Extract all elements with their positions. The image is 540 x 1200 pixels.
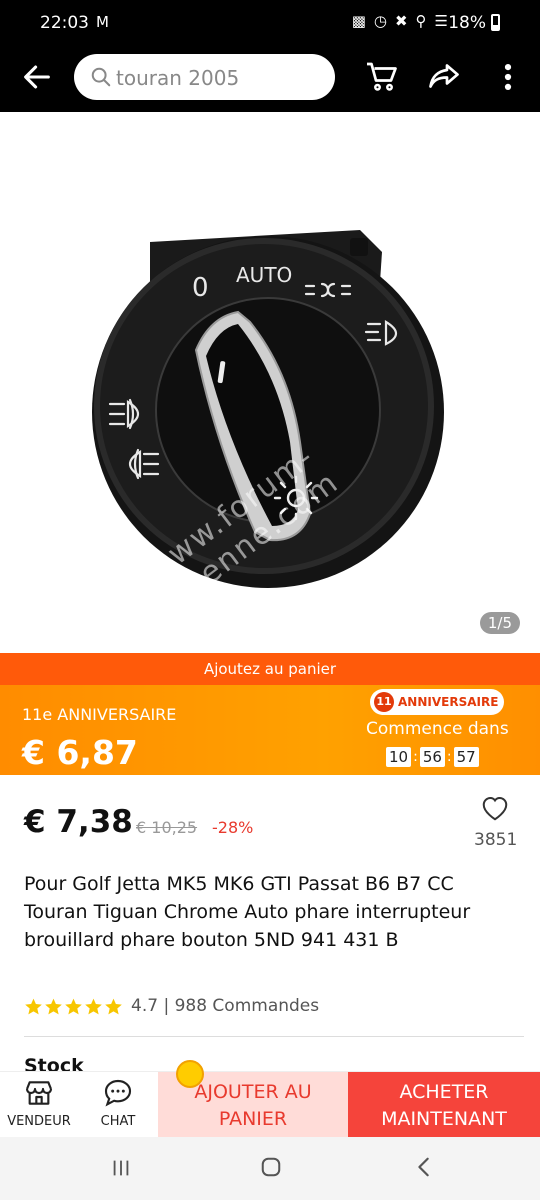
star-icon — [25, 998, 42, 1014]
cart-icon[interactable] — [364, 58, 400, 94]
add-to-cart-strip[interactable]: Ajoutez au panier — [0, 653, 540, 685]
heart-icon[interactable] — [480, 794, 510, 822]
location-icon: ⚲ — [415, 12, 427, 30]
share-icon[interactable] — [426, 58, 462, 94]
status-bar: 22:03 M ▩ ◷ ✖ ⚲ ☰ 18% — [0, 0, 540, 46]
star-icon — [65, 998, 82, 1014]
product-image-gallery[interactable]: 0 AUTO 1/5 — [0, 112, 540, 653]
chat-icon — [104, 1079, 132, 1107]
status-time: 22:03 — [40, 13, 89, 33]
countdown-label: Commence dans — [366, 719, 509, 739]
rating-stars — [24, 997, 123, 1016]
product-title: Pour Golf Jetta MK5 MK6 GTI Passat B6 B7… — [24, 873, 471, 951]
top-bar: touran 2005 — [0, 46, 540, 112]
promo-label: 11e ANNIVERSAIRE — [22, 705, 177, 724]
screen: 22:03 M ▩ ◷ ✖ ⚲ ☰ 18% touran 2005 0 AUTO… — [0, 0, 540, 1200]
original-price: € 10,25 — [136, 818, 198, 837]
countdown-minutes: 56 — [419, 747, 445, 767]
divider — [24, 1036, 524, 1037]
promo-price: € 6,87 — [22, 733, 138, 772]
android-nav-bar — [0, 1137, 540, 1200]
search-icon — [91, 67, 111, 87]
battery-percent: 18% — [448, 13, 486, 33]
coin-icon — [176, 1060, 204, 1088]
gmail-icon: M — [96, 13, 109, 31]
rating-and-orders: 4.7 | 988 Commandes — [131, 996, 320, 1016]
current-price: € 7,38 — [24, 804, 133, 840]
more-options-icon[interactable] — [496, 60, 520, 94]
promo-banner: 11e ANNIVERSAIRE € 6,87 11 ANNIVERSAIRE … — [0, 685, 540, 775]
search-input[interactable]: touran 2005 — [74, 54, 335, 100]
star-icon — [105, 998, 122, 1014]
switch-label-off: 0 — [192, 273, 209, 303]
search-query: touran 2005 — [116, 66, 240, 90]
switch-label-auto: AUTO — [236, 263, 292, 287]
chat-button[interactable]: CHAT — [78, 1072, 158, 1138]
countdown-sep: : — [446, 749, 452, 765]
countdown-timer: 10 : 56 : 57 — [386, 747, 479, 767]
chat-label: CHAT — [100, 1114, 136, 1129]
headlight-switch-image: 0 AUTO — [92, 230, 444, 588]
star-icon — [85, 998, 102, 1014]
vendor-button[interactable]: VENDEUR — [0, 1072, 78, 1138]
recent-apps-icon[interactable] — [110, 1157, 132, 1179]
wishlist-count: 3851 — [474, 830, 518, 850]
back-arrow-icon[interactable] — [20, 60, 54, 94]
countdown-hours: 10 — [386, 747, 412, 767]
image-counter: 1/5 — [479, 612, 520, 634]
battery-icon — [491, 14, 500, 31]
countdown-seconds: 57 — [453, 747, 479, 767]
countdown-sep: : — [413, 749, 418, 765]
discount-badge: -28% — [212, 818, 254, 837]
anniversary-badge: 11 ANNIVERSAIRE — [370, 689, 504, 715]
buy-now-button[interactable]: ACHETER MAINTENANT — [348, 1072, 540, 1138]
lock-icon: ▩ — [351, 12, 366, 30]
mute-icon: ✖ — [394, 12, 408, 30]
rating-row[interactable]: 4.7 | 988 Commandes — [24, 996, 319, 1016]
bottom-action-bar: VENDEUR CHAT AJOUTER AU PANIER ACHETER M… — [0, 1071, 540, 1138]
wifi-icon: ☰ — [434, 12, 448, 30]
star-icon — [45, 998, 62, 1014]
store-icon — [25, 1081, 53, 1105]
anniversary-icon: 11 — [374, 692, 394, 712]
alarm-icon: ◷ — [373, 12, 387, 30]
home-icon[interactable] — [260, 1156, 282, 1178]
nav-back-icon[interactable] — [414, 1156, 434, 1178]
anniversary-text: ANNIVERSAIRE — [398, 695, 499, 709]
status-icons: ▩ ◷ ✖ ⚲ ☰ — [352, 12, 448, 30]
vendor-label: VENDEUR — [7, 1114, 71, 1129]
